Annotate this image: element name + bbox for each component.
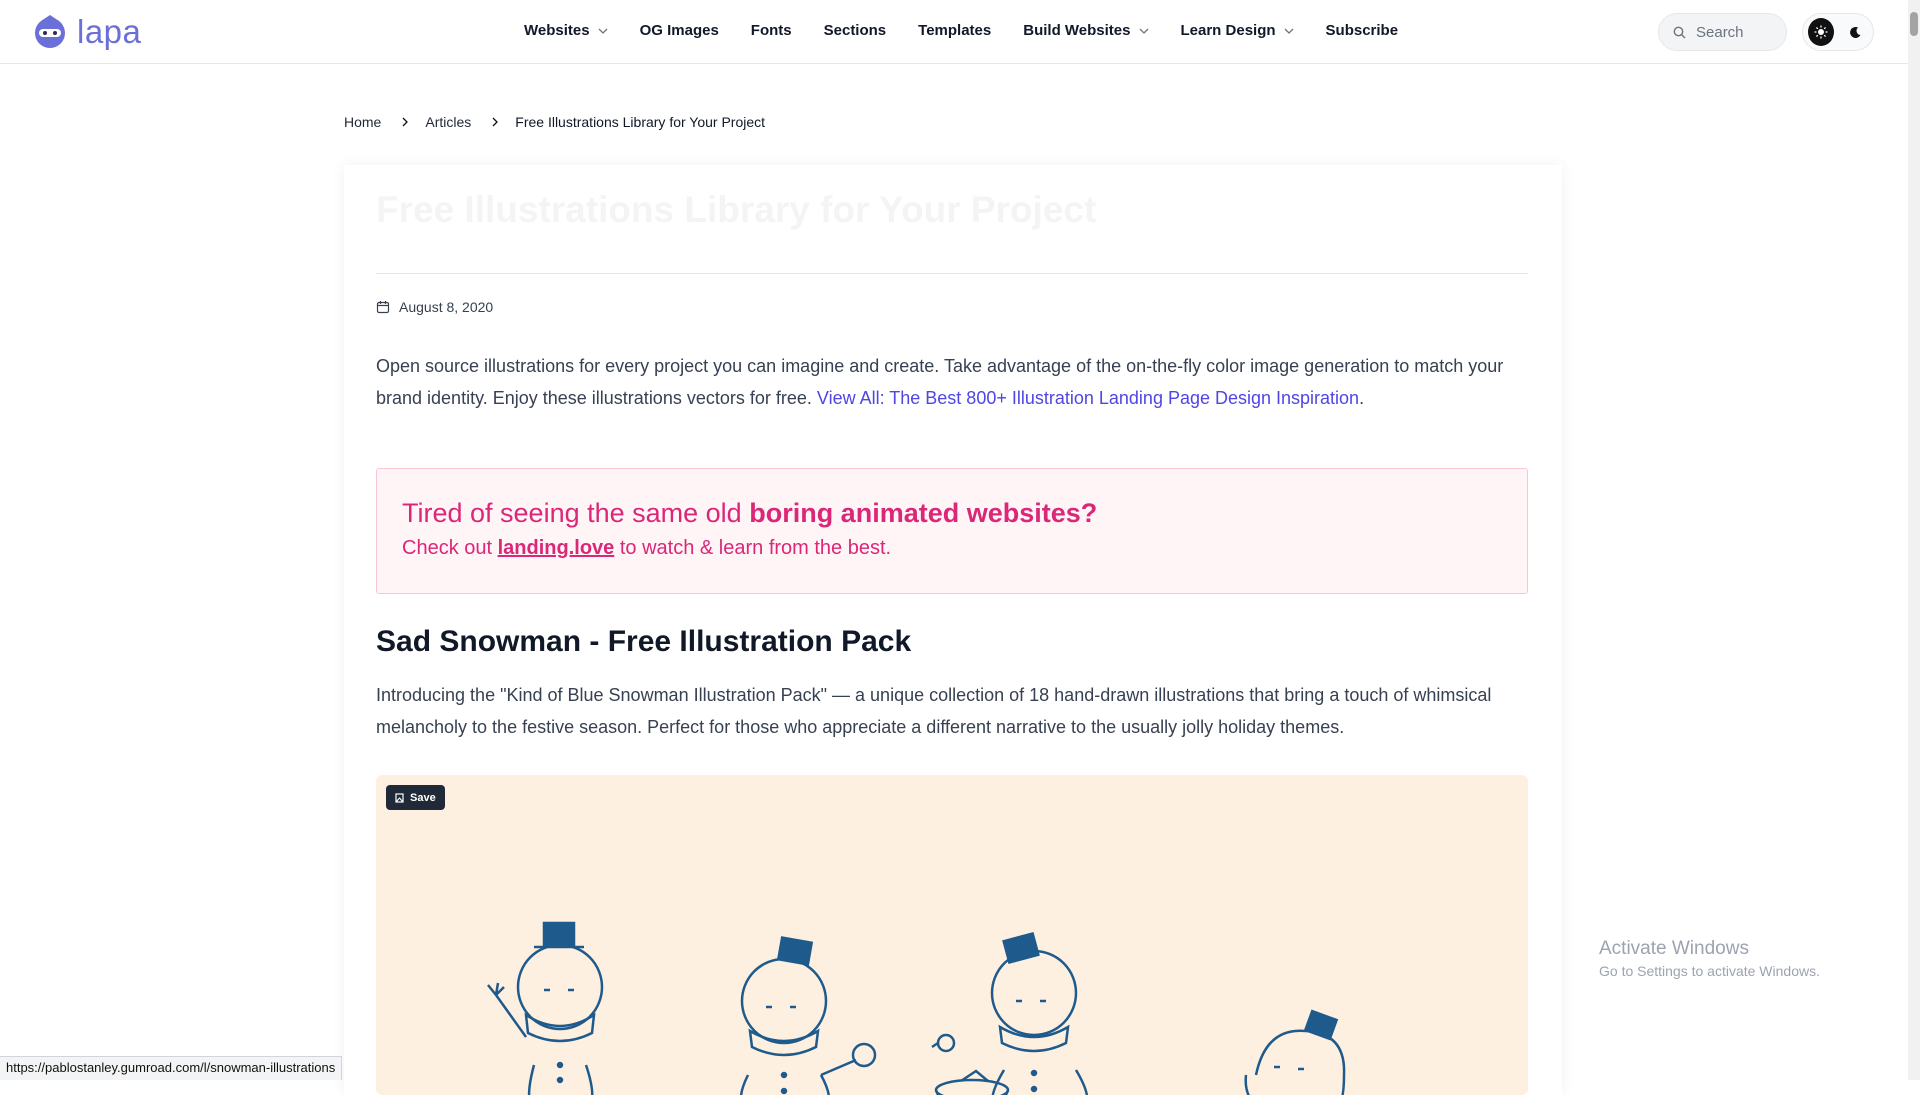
promo-banner: Tired of seeing the same old boring anim… xyxy=(376,468,1528,594)
article-card: Free Illustrations Library for Your Proj… xyxy=(344,165,1562,1095)
snowman-illustration[interactable]: Save xyxy=(376,775,1528,1095)
nav-label: Learn Design xyxy=(1180,22,1276,39)
nav-label: Fonts xyxy=(750,22,792,39)
promo-headline: Tired of seeing the same old boring anim… xyxy=(402,495,1502,531)
intro-end: . xyxy=(1359,388,1365,408)
article-title: Free Illustrations Library for Your Proj… xyxy=(376,189,1097,230)
watermark-title: Activate Windows xyxy=(1599,938,1749,959)
nav-label: Build Websites xyxy=(1023,22,1131,39)
brand-name: lapa xyxy=(77,13,142,50)
ninja-logo-icon xyxy=(35,15,65,48)
nav-templates[interactable]: Templates xyxy=(918,22,991,39)
search-icon xyxy=(1673,26,1686,38)
section-description: Introducing the "Kind of Blue Snowman Il… xyxy=(376,685,1492,737)
save-label: Save xyxy=(410,791,436,804)
landing-love-link[interactable]: landing.love xyxy=(498,537,615,559)
breadcrumb-home[interactable]: Home xyxy=(344,114,381,130)
windows-activation-watermark: Activate Windows Go to Settings to activ… xyxy=(1599,938,1820,979)
save-button[interactable]: Save xyxy=(386,785,445,810)
promo-subline: Check out landing.love to watch & learn … xyxy=(402,531,1502,565)
section-title: Sad Snowman - Free Illustration Pack xyxy=(376,625,912,658)
nav-sections[interactable]: Sections xyxy=(824,22,887,39)
chevron-right-icon xyxy=(402,117,409,127)
date-text: August 8, 2020 xyxy=(399,299,494,315)
promo-headline-text: Tired of seeing the same old xyxy=(402,498,750,528)
nav-websites[interactable]: Websites xyxy=(524,22,608,39)
moon-icon xyxy=(1849,26,1860,38)
search-input[interactable] xyxy=(1696,23,1776,41)
nav-label: Sections xyxy=(823,22,887,39)
nav-build-websites[interactable]: Build Websites xyxy=(1023,22,1148,39)
light-mode-button[interactable] xyxy=(1808,18,1834,46)
promo-subline-text: Check out xyxy=(402,537,498,559)
dark-mode-button[interactable] xyxy=(1842,18,1868,46)
status-bar-url: https://pablostanley.gumroad.com/l/snowm… xyxy=(0,1056,343,1080)
title-divider xyxy=(376,273,1528,274)
breadcrumb-current: Free Illustrations Library for Your Proj… xyxy=(515,114,766,130)
nav-og-images[interactable]: OG Images xyxy=(640,22,719,39)
article-intro: Open source illustrations for every proj… xyxy=(376,350,1528,414)
breadcrumb-articles[interactable]: Articles xyxy=(425,114,471,130)
snowmen-artwork xyxy=(487,921,1346,1095)
nav-learn-design[interactable]: Learn Design xyxy=(1181,22,1294,39)
nav-label: Subscribe xyxy=(1325,22,1399,39)
search-box[interactable] xyxy=(1658,13,1787,51)
sun-icon xyxy=(1814,25,1828,39)
scroll-thumb[interactable] xyxy=(1910,12,1918,36)
calendar-icon xyxy=(376,301,390,314)
view-all-link[interactable]: View All: The Best 800+ Illustration Lan… xyxy=(817,388,1359,408)
nav-label: Websites xyxy=(524,22,590,39)
chevron-down-icon xyxy=(598,28,608,34)
nav-fonts[interactable]: Fonts xyxy=(751,22,792,39)
bookmark-icon xyxy=(395,792,404,803)
chevron-down-icon xyxy=(1139,28,1148,34)
logo[interactable]: lapa xyxy=(33,13,141,51)
promo-subline-end: to watch & learn from the best. xyxy=(614,537,892,559)
article-date: August 8, 2020 xyxy=(376,299,493,315)
promo-headline-bold: boring animated websites? xyxy=(749,498,1098,528)
watermark-subtitle: Go to Settings to activate Windows. xyxy=(1599,963,1820,979)
theme-toggle[interactable] xyxy=(1802,13,1874,51)
main-nav: Websites OG Images Fonts Sections Templa… xyxy=(524,22,1430,39)
chevron-down-icon xyxy=(1284,28,1293,34)
breadcrumb: Home Articles Free Illustrations Library… xyxy=(344,114,765,130)
nav-label: OG Images xyxy=(639,22,719,39)
site-header: lapa Websites OG Images Fonts Sections T… xyxy=(0,0,1920,64)
chevron-right-icon xyxy=(492,117,499,127)
nav-subscribe[interactable]: Subscribe xyxy=(1326,22,1399,39)
nav-label: Templates xyxy=(918,22,992,39)
page-scrollbar[interactable] xyxy=(1908,0,1920,1080)
